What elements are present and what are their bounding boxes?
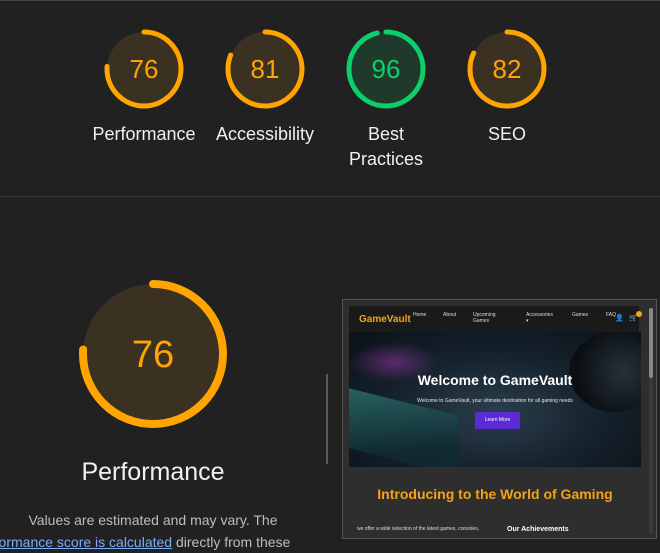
score-calculation-link[interactable]: rformance score is calculated [0, 534, 172, 550]
big-gauge-score: 76 [132, 334, 174, 376]
screenshot-scrollbar[interactable] [649, 308, 653, 534]
achievements-heading: Our Achievements [507, 526, 569, 533]
gauge-score: 96 [372, 54, 401, 84]
gauge-label: Best Practices [348, 124, 424, 169]
user-icon: 👤 [615, 315, 624, 322]
scroll-thumb[interactable] [649, 308, 653, 378]
performance-title: Performance [81, 458, 225, 486]
performance-big-gauge: 76 [79, 280, 227, 428]
gauge-ring: 76 [104, 29, 184, 109]
final-screenshot[interactable]: GameVault Home About Upcoming Games Acce… [342, 299, 657, 539]
desc-suffix: directly from these [172, 534, 291, 550]
intro-title: Introducing to the World of Gaming [377, 486, 613, 502]
gauge-ring: 82 [467, 29, 547, 109]
cart-badge [636, 311, 642, 317]
hero-title: Welcome to GameVault [417, 372, 573, 388]
vertical-separator [326, 374, 328, 464]
performance-description: Values are estimated and may vary. The [28, 512, 278, 528]
gauge-ring: 96 [346, 29, 426, 109]
intro-text: we offer a wide selection of the latest … [357, 526, 480, 532]
nav-accessories: Accessories ▾ [526, 312, 553, 324]
gauge-seo[interactable]: 82 SEO [447, 28, 567, 147]
hero-subtitle: Welcome to GameVault, your ultimate dest… [417, 398, 573, 404]
category-gauges: 76 Performance 81 Accessibility 96 Best … [0, 0, 660, 196]
nav-about: About [443, 312, 457, 318]
gauge-accessibility[interactable]: 81 Accessibility [205, 28, 325, 147]
gauge-label: Performance [92, 124, 196, 144]
performance-description-2: rformance score is calculated directly f… [0, 532, 290, 553]
gauge-score: 82 [493, 54, 522, 84]
section-divider [0, 196, 660, 197]
gauge-best-practices[interactable]: 96 Best Practices [326, 28, 446, 172]
nav-upcoming: Upcoming Games [473, 312, 496, 324]
gauge-ring: 81 [225, 29, 305, 109]
gauge-label: SEO [487, 124, 526, 144]
nav-games: Games [572, 312, 589, 318]
site-logo: GameVault [359, 314, 411, 325]
site-navbar: GameVault Home About Upcoming Games Acce… [349, 306, 642, 332]
gauge-performance[interactable]: 76 Performance [84, 28, 204, 147]
gauge-score: 76 [130, 54, 159, 84]
gauge-score: 81 [251, 54, 280, 84]
nav-home: Home [413, 312, 427, 318]
site-hero: Welcome to GameVault Welcome to GameVaul… [349, 332, 641, 467]
gauge-label: Accessibility [215, 124, 315, 144]
learn-more-button: Learn More [475, 412, 520, 429]
